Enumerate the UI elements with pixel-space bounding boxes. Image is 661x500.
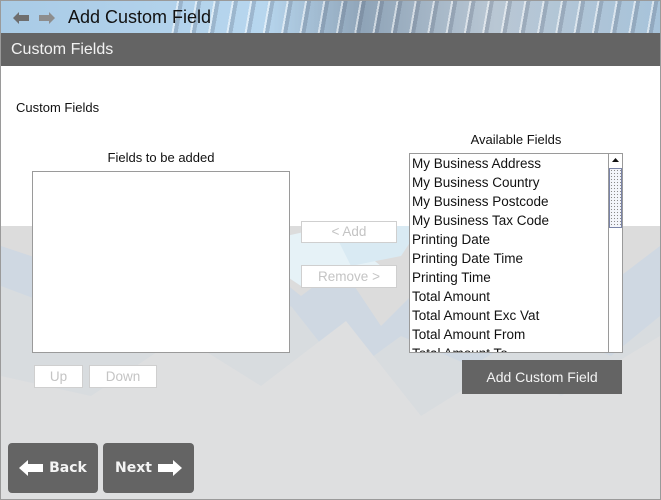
custom-fields-label: Custom Fields [16, 100, 100, 115]
fields-to-add-heading: Fields to be added [107, 150, 215, 165]
list-item[interactable]: My Business Address [412, 154, 622, 173]
scrollbar-thumb[interactable] [609, 168, 622, 228]
list-item[interactable]: Total Amount Exc Vat [412, 306, 622, 325]
window-title: Add Custom Field [68, 7, 212, 27]
list-item[interactable]: My Business Tax Code [412, 211, 622, 230]
list-item[interactable]: Printing Time [412, 268, 622, 287]
next-button[interactable]: Next [103, 443, 194, 493]
list-item[interactable]: Total Amount To [412, 344, 622, 352]
list-item[interactable]: My Business Postcode [412, 192, 622, 211]
list-item[interactable]: Total Amount From [412, 325, 622, 344]
next-label: Next [115, 460, 152, 476]
back-button[interactable]: Back [8, 443, 98, 493]
arrow-left-icon [19, 460, 44, 476]
arrow-right-icon [157, 460, 182, 476]
list-item[interactable]: Printing Date [412, 230, 622, 249]
title-bar: Add Custom Field [1, 1, 660, 33]
available-fields-scrollbar[interactable] [608, 154, 622, 352]
add-custom-field-button[interactable]: Add Custom Field [462, 360, 622, 394]
arrow-right-icon[interactable] [39, 11, 55, 24]
fields-to-add-list[interactable] [32, 171, 290, 353]
list-item[interactable]: My Business Country [412, 173, 622, 192]
back-label: Back [49, 460, 87, 476]
arrow-left-icon[interactable] [13, 11, 29, 24]
remove-button[interactable]: Remove > [301, 265, 397, 288]
scroll-up-icon[interactable] [609, 154, 622, 168]
section-header: Custom Fields [1, 33, 660, 66]
add-button[interactable]: < Add [301, 221, 397, 243]
available-fields-list[interactable]: My Business Address My Business Country … [409, 153, 623, 353]
move-down-button[interactable]: Down [89, 365, 157, 388]
available-fields-heading: Available Fields [470, 132, 562, 147]
list-item[interactable]: Printing Date Time [412, 249, 622, 268]
move-up-button[interactable]: Up [34, 365, 83, 388]
list-item[interactable]: Total Amount [412, 287, 622, 306]
title-bar-decoration [171, 1, 660, 33]
